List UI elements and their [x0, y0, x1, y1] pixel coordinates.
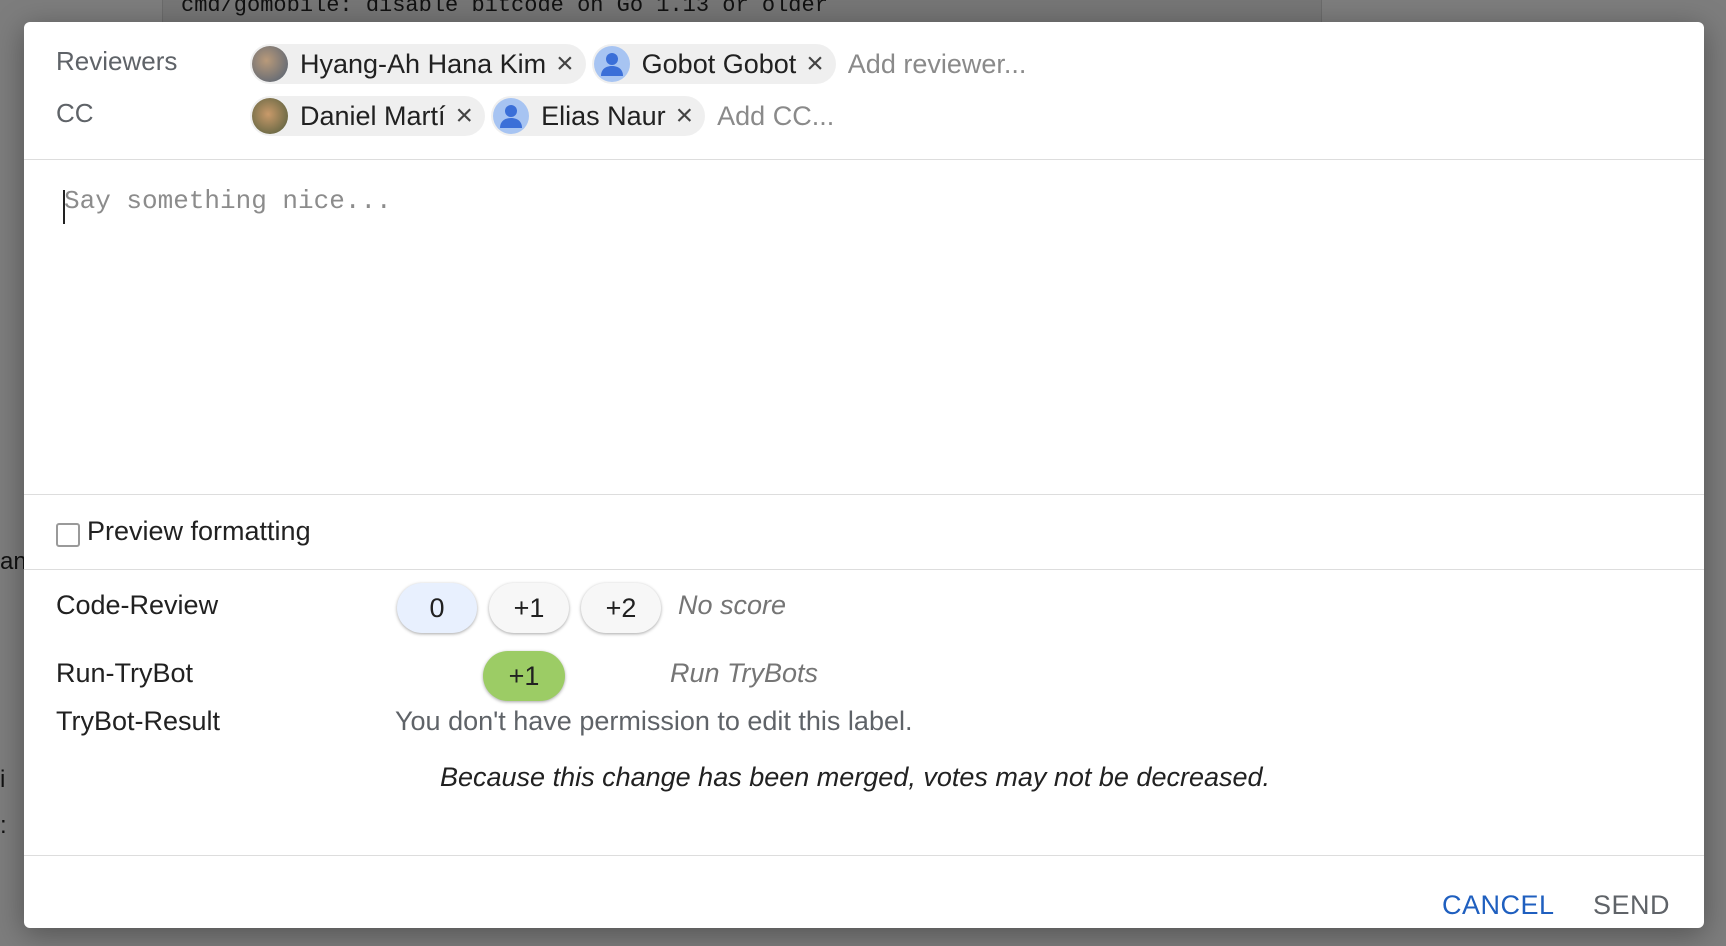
vote-button-run-trybot-plus1[interactable]: +1: [483, 651, 565, 701]
vote-button-code-review-0[interactable]: 0: [397, 583, 477, 633]
cc-chip[interactable]: Daniel Martí ×: [250, 96, 486, 136]
reviewer-chip[interactable]: Gobot Gobot ×: [591, 44, 836, 84]
reviewers-label: Reviewers: [56, 46, 178, 76]
add-cc-input[interactable]: [715, 99, 980, 133]
label-name-code-review: Code-Review: [56, 590, 219, 620]
background-commit-title: cmd/gomobile: disable bitcode on Go 1.13…: [162, 0, 1322, 22]
labels-section: Code-Review 0 +1 +2 No score Run-TryBot …: [24, 570, 1704, 856]
background-fragment: :: [0, 812, 7, 839]
dialog-actions: CANCEL SEND: [24, 856, 1704, 928]
avatar: [252, 98, 288, 134]
avatar: [252, 46, 288, 82]
message-textarea[interactable]: [62, 184, 1666, 478]
cc-chip[interactable]: Elias Naur ×: [491, 96, 706, 136]
close-icon[interactable]: ×: [556, 49, 574, 79]
reviewer-name: Hyang-Ah Hana Kim: [300, 48, 547, 79]
preview-section: Preview formatting: [24, 495, 1704, 570]
reviewer-chip[interactable]: Hyang-Ah Hana Kim ×: [250, 44, 586, 84]
vote-description-code-review: No score: [678, 590, 787, 620]
cc-name: Elias Naur: [541, 100, 666, 131]
cc-label: CC: [56, 98, 94, 128]
vote-button-code-review-plus1[interactable]: +1: [489, 583, 569, 633]
merged-note: Because this change has been merged, vot…: [440, 762, 1271, 792]
message-section: [24, 160, 1704, 495]
add-reviewer-input[interactable]: [845, 47, 1110, 81]
reviewer-name: Gobot Gobot: [641, 48, 797, 79]
close-icon[interactable]: ×: [676, 101, 694, 131]
background-fragment: i: [0, 766, 6, 793]
vote-description-run-trybot: Run TryBots: [670, 658, 819, 688]
label-name-trybot-result: TryBot-Result: [56, 706, 221, 736]
reviewers-chips: Hyang-Ah Hana Kim × Gobot Gobot ×: [250, 44, 1110, 84]
preview-formatting-checkbox[interactable]: [56, 523, 80, 547]
reply-dialog: Reviewers Hyang-Ah Hana Kim × Gobot Gobo…: [24, 22, 1704, 928]
generic-person-icon: [493, 98, 530, 134]
generic-person-icon: [593, 46, 630, 82]
cancel-button[interactable]: CANCEL: [1442, 890, 1555, 921]
vote-button-code-review-plus2[interactable]: +2: [581, 583, 661, 633]
label-name-run-trybot: Run-TryBot: [56, 658, 194, 688]
people-section: Reviewers Hyang-Ah Hana Kim × Gobot Gobo…: [24, 22, 1704, 160]
close-icon[interactable]: ×: [806, 49, 824, 79]
cc-name: Daniel Martí: [300, 100, 446, 131]
no-permission-message: You don't have permission to edit this l…: [395, 706, 913, 736]
send-button[interactable]: SEND: [1593, 890, 1670, 921]
close-icon[interactable]: ×: [456, 101, 474, 131]
text-caret: [63, 190, 65, 224]
cc-chips: Daniel Martí × Elias Naur ×: [250, 96, 980, 136]
preview-formatting-label: Preview formatting: [87, 516, 311, 546]
